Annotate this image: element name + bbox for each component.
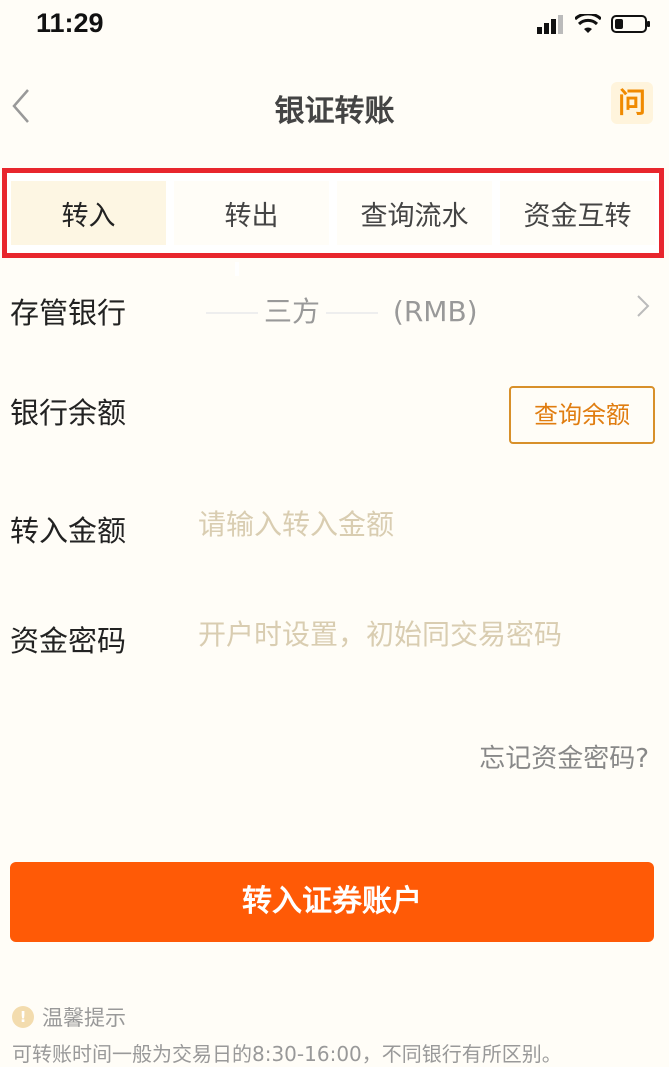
help-button[interactable]: 问 bbox=[611, 82, 653, 124]
amount-row: 转入金额 bbox=[0, 508, 669, 578]
status-icons bbox=[537, 12, 651, 38]
battery-icon bbox=[611, 14, 651, 38]
bank-row[interactable]: 存管银行 三方 (RMB) bbox=[0, 290, 669, 360]
balance-label: 银行余额 bbox=[10, 396, 127, 430]
page-title: 银证转账 bbox=[274, 94, 395, 129]
balance-row: 银行余额 查询余额 bbox=[0, 386, 669, 460]
info-icon: ! bbox=[12, 1006, 34, 1028]
masked-text bbox=[206, 312, 258, 314]
cellular-signal-icon bbox=[537, 14, 565, 38]
tab-fund-exchange[interactable]: 资金互转 bbox=[500, 181, 655, 245]
amount-label: 转入金额 bbox=[10, 514, 127, 548]
tab-indicator bbox=[235, 262, 239, 276]
tab-transfer-out[interactable]: 转出 bbox=[174, 181, 329, 245]
password-label: 资金密码 bbox=[10, 624, 127, 658]
tab-transfer-in[interactable]: 转入 bbox=[11, 181, 166, 245]
bank-label: 存管银行 bbox=[10, 296, 127, 330]
chevron-right-icon[interactable] bbox=[635, 292, 651, 327]
bank-currency: (RMB) bbox=[392, 295, 478, 328]
nav-bar: 银证转账 问 bbox=[0, 60, 669, 150]
bank-value-mid: 三方 bbox=[264, 295, 321, 328]
status-bar: 11:29 bbox=[0, 0, 669, 52]
password-row: 资金密码 bbox=[0, 618, 669, 688]
status-time: 11:29 bbox=[36, 8, 104, 38]
wifi-icon bbox=[573, 12, 603, 38]
tab-query-records[interactable]: 查询流水 bbox=[337, 181, 492, 245]
query-balance-button[interactable]: 查询余额 bbox=[509, 386, 655, 444]
forgot-password-link[interactable]: 忘记资金密码? bbox=[479, 738, 649, 775]
tab-bar: 转入 转出 查询流水 资金互转 bbox=[2, 168, 664, 258]
fund-password-input[interactable] bbox=[198, 618, 638, 651]
tips-title-text: 温馨提示 bbox=[42, 1006, 126, 1030]
transfer-in-button[interactable]: 转入证券账户 bbox=[10, 862, 654, 942]
tips-text: 可转账时间一般为交易日的8:30-16:00，不同银行有所区别。 bbox=[12, 1042, 562, 1066]
tips-title: ! 温馨提示 bbox=[12, 1002, 126, 1032]
bank-value: 三方 (RMB) bbox=[200, 290, 478, 330]
amount-input[interactable] bbox=[198, 508, 638, 541]
masked-text bbox=[326, 312, 379, 314]
